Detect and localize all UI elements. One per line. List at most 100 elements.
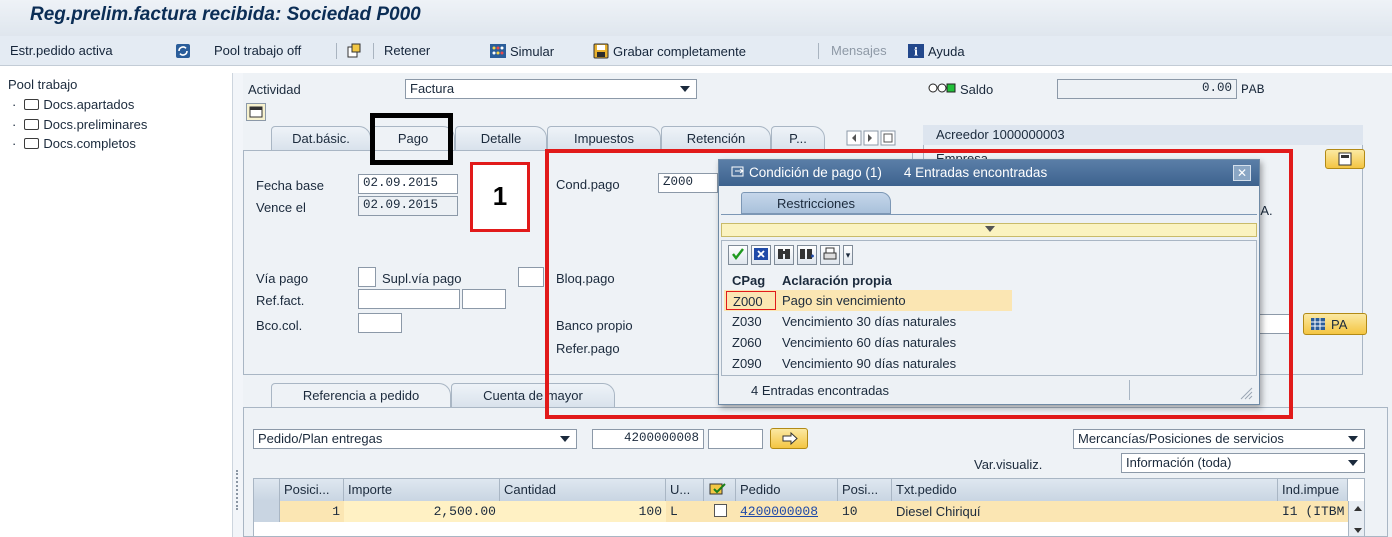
bco-col-field[interactable]	[358, 313, 402, 333]
col-check[interactable]	[704, 479, 736, 501]
vence-el-label: Vence el	[256, 200, 306, 215]
status-light-icon	[928, 82, 956, 97]
actividad-value: Factura	[410, 81, 455, 96]
via-pago-label: Vía pago	[256, 271, 309, 286]
folder-icon	[24, 99, 40, 110]
col-unidad[interactable]: U...	[666, 479, 704, 501]
var-visualiz-select[interactable]: Información (toda)	[1121, 453, 1365, 473]
supl-via-pago-field[interactable]	[518, 267, 544, 287]
tab-detalle[interactable]: Detalle	[455, 126, 547, 150]
acreedor-detail-button[interactable]	[1325, 149, 1365, 169]
pa-button[interactable]: PA	[1303, 313, 1367, 335]
actividad-select[interactable]: Factura	[405, 79, 697, 99]
col-posicion[interactable]: Posici...	[280, 479, 344, 501]
header-expand-icon[interactable]	[246, 103, 266, 121]
cell-check[interactable]	[704, 501, 736, 522]
pedido-type-value: Pedido/Plan entregas	[258, 431, 383, 446]
toolbar-divider	[373, 43, 374, 59]
simular-label: Simular	[510, 44, 555, 59]
ayuda-button[interactable]: i Ayuda	[908, 43, 965, 59]
splitter-handle[interactable]	[236, 470, 239, 510]
ref-fact-position-field[interactable]	[462, 289, 506, 309]
arrow-right-button[interactable]	[770, 428, 808, 449]
pedido-type-select[interactable]: Pedido/Plan entregas	[253, 429, 577, 449]
application-toolbar: Estr.pedido activa Pool trabajo off Rete…	[0, 36, 1392, 66]
via-pago-field[interactable]	[358, 267, 376, 287]
table-row[interactable]: 1 2,500.00 100 L 4200000008 10 Diesel Ch…	[254, 501, 1348, 522]
tree-item-docs-preliminares[interactable]: · Docs.preliminares	[12, 117, 147, 132]
mensajes-button[interactable]: Mensajes	[831, 43, 887, 58]
row-selector[interactable]	[254, 501, 280, 522]
pedido-number-field[interactable]: 4200000008	[592, 429, 704, 449]
fecha-base-field[interactable]: 02.09.2015	[358, 174, 458, 194]
tree-item-label: Docs.apartados	[43, 97, 135, 112]
grid-icon	[1310, 316, 1326, 335]
saldo-label: Saldo	[960, 82, 994, 97]
col-importe[interactable]: Importe	[344, 479, 500, 501]
tab-referencia-a-pedido[interactable]: Referencia a pedido	[271, 383, 451, 407]
tree-item-docs-completos[interactable]: · Docs.completos	[12, 136, 136, 151]
svg-text:i: i	[914, 46, 918, 59]
tab-scroll-buttons[interactable]	[846, 130, 902, 146]
items-table: Posici... Importe Cantidad U... Pedido P…	[253, 478, 1365, 537]
tab-impuestos[interactable]: Impuestos	[547, 126, 661, 150]
col-ind-impuesto[interactable]: Ind.impue	[1278, 479, 1348, 501]
cell-cantidad[interactable]: 100	[500, 501, 666, 522]
grabar-label: Grabar completamente	[613, 44, 746, 59]
row-selector-header[interactable]	[254, 479, 280, 501]
splitter[interactable]	[233, 73, 243, 537]
vence-el-field: 02.09.2015	[358, 196, 458, 216]
cell-posicion: 1	[332, 504, 340, 519]
chevron-down-icon	[1348, 436, 1358, 442]
chevron-down-icon	[560, 436, 570, 442]
col-posi[interactable]: Posi...	[838, 479, 892, 501]
ayuda-label: Ayuda	[928, 44, 965, 59]
step-number: 1	[492, 181, 508, 211]
refresh-icon[interactable]	[175, 43, 195, 59]
pool-header: Pool trabajo	[8, 77, 78, 92]
toolbar-divider	[818, 43, 819, 59]
var-visualiz-value: Información (toda)	[1126, 455, 1232, 470]
cell-unidad: L	[670, 504, 678, 519]
pool-trabajo-button[interactable]: Pool trabajo off	[214, 43, 301, 58]
grabar-button[interactable]: Grabar completamente	[593, 43, 746, 59]
table-scrollbar[interactable]	[1348, 501, 1364, 536]
simular-button[interactable]: Simular	[490, 43, 554, 59]
estr-pedido-button[interactable]: Estr.pedido activa	[10, 43, 113, 58]
ref-fact-field[interactable]	[358, 289, 460, 309]
col-txt-pedido[interactable]: Txt.pedido	[892, 479, 1278, 501]
folder-icon	[24, 138, 40, 149]
col-cantidad[interactable]: Cantidad	[500, 479, 666, 501]
row-checkbox[interactable]	[714, 504, 727, 517]
tree-item-label: Docs.preliminares	[43, 117, 148, 132]
pool-trabajo-tree: Pool trabajo · Docs.apartados · Docs.preli…	[0, 73, 233, 537]
tab-more[interactable]: P...	[771, 126, 825, 150]
window-title: Reg.prelim.factura recibida: Sociedad P0…	[30, 4, 421, 25]
title-bar: Reg.prelim.factura recibida: Sociedad P0…	[0, 0, 1392, 36]
ref-fact-label: Ref.fact.	[256, 293, 305, 308]
tab-dat-basic[interactable]: Dat.básic.	[271, 126, 371, 150]
pago-tab-highlight	[370, 113, 453, 165]
saldo-currency: PAB	[1241, 82, 1265, 97]
pedido-position-field[interactable]	[708, 429, 763, 449]
var-visualiz-label: Var.visualiz.	[974, 457, 1043, 472]
chevron-down-icon	[680, 86, 690, 92]
fecha-base-label: Fecha base	[256, 178, 324, 193]
cell-posi: 10	[842, 504, 858, 519]
tree-item-label: Docs.completos	[43, 136, 136, 151]
step-number-box: 1	[470, 162, 530, 232]
retener-button[interactable]: Retener	[384, 43, 430, 58]
cell-importe[interactable]: 2,500.00	[344, 501, 500, 522]
tab-retencion[interactable]: Retención	[661, 126, 771, 150]
tree-item-docs-apartados[interactable]: · Docs.apartados	[12, 97, 134, 112]
mercancias-select[interactable]: Mercancías/Posiciones de servicios	[1073, 429, 1365, 449]
cell-txt-pedido: Diesel Chiriquí	[896, 504, 981, 519]
cell-pedido-link[interactable]: 4200000008	[736, 501, 838, 522]
document-header-icon[interactable]	[346, 43, 366, 59]
popup-highlight-box	[545, 149, 1293, 419]
edit-check-icon	[708, 483, 728, 499]
col-pedido[interactable]: Pedido	[736, 479, 838, 501]
mercancias-value: Mercancías/Posiciones de servicios	[1078, 431, 1284, 446]
saldo-field: 0.00	[1057, 79, 1237, 99]
bco-col-label: Bco.col.	[256, 318, 303, 333]
